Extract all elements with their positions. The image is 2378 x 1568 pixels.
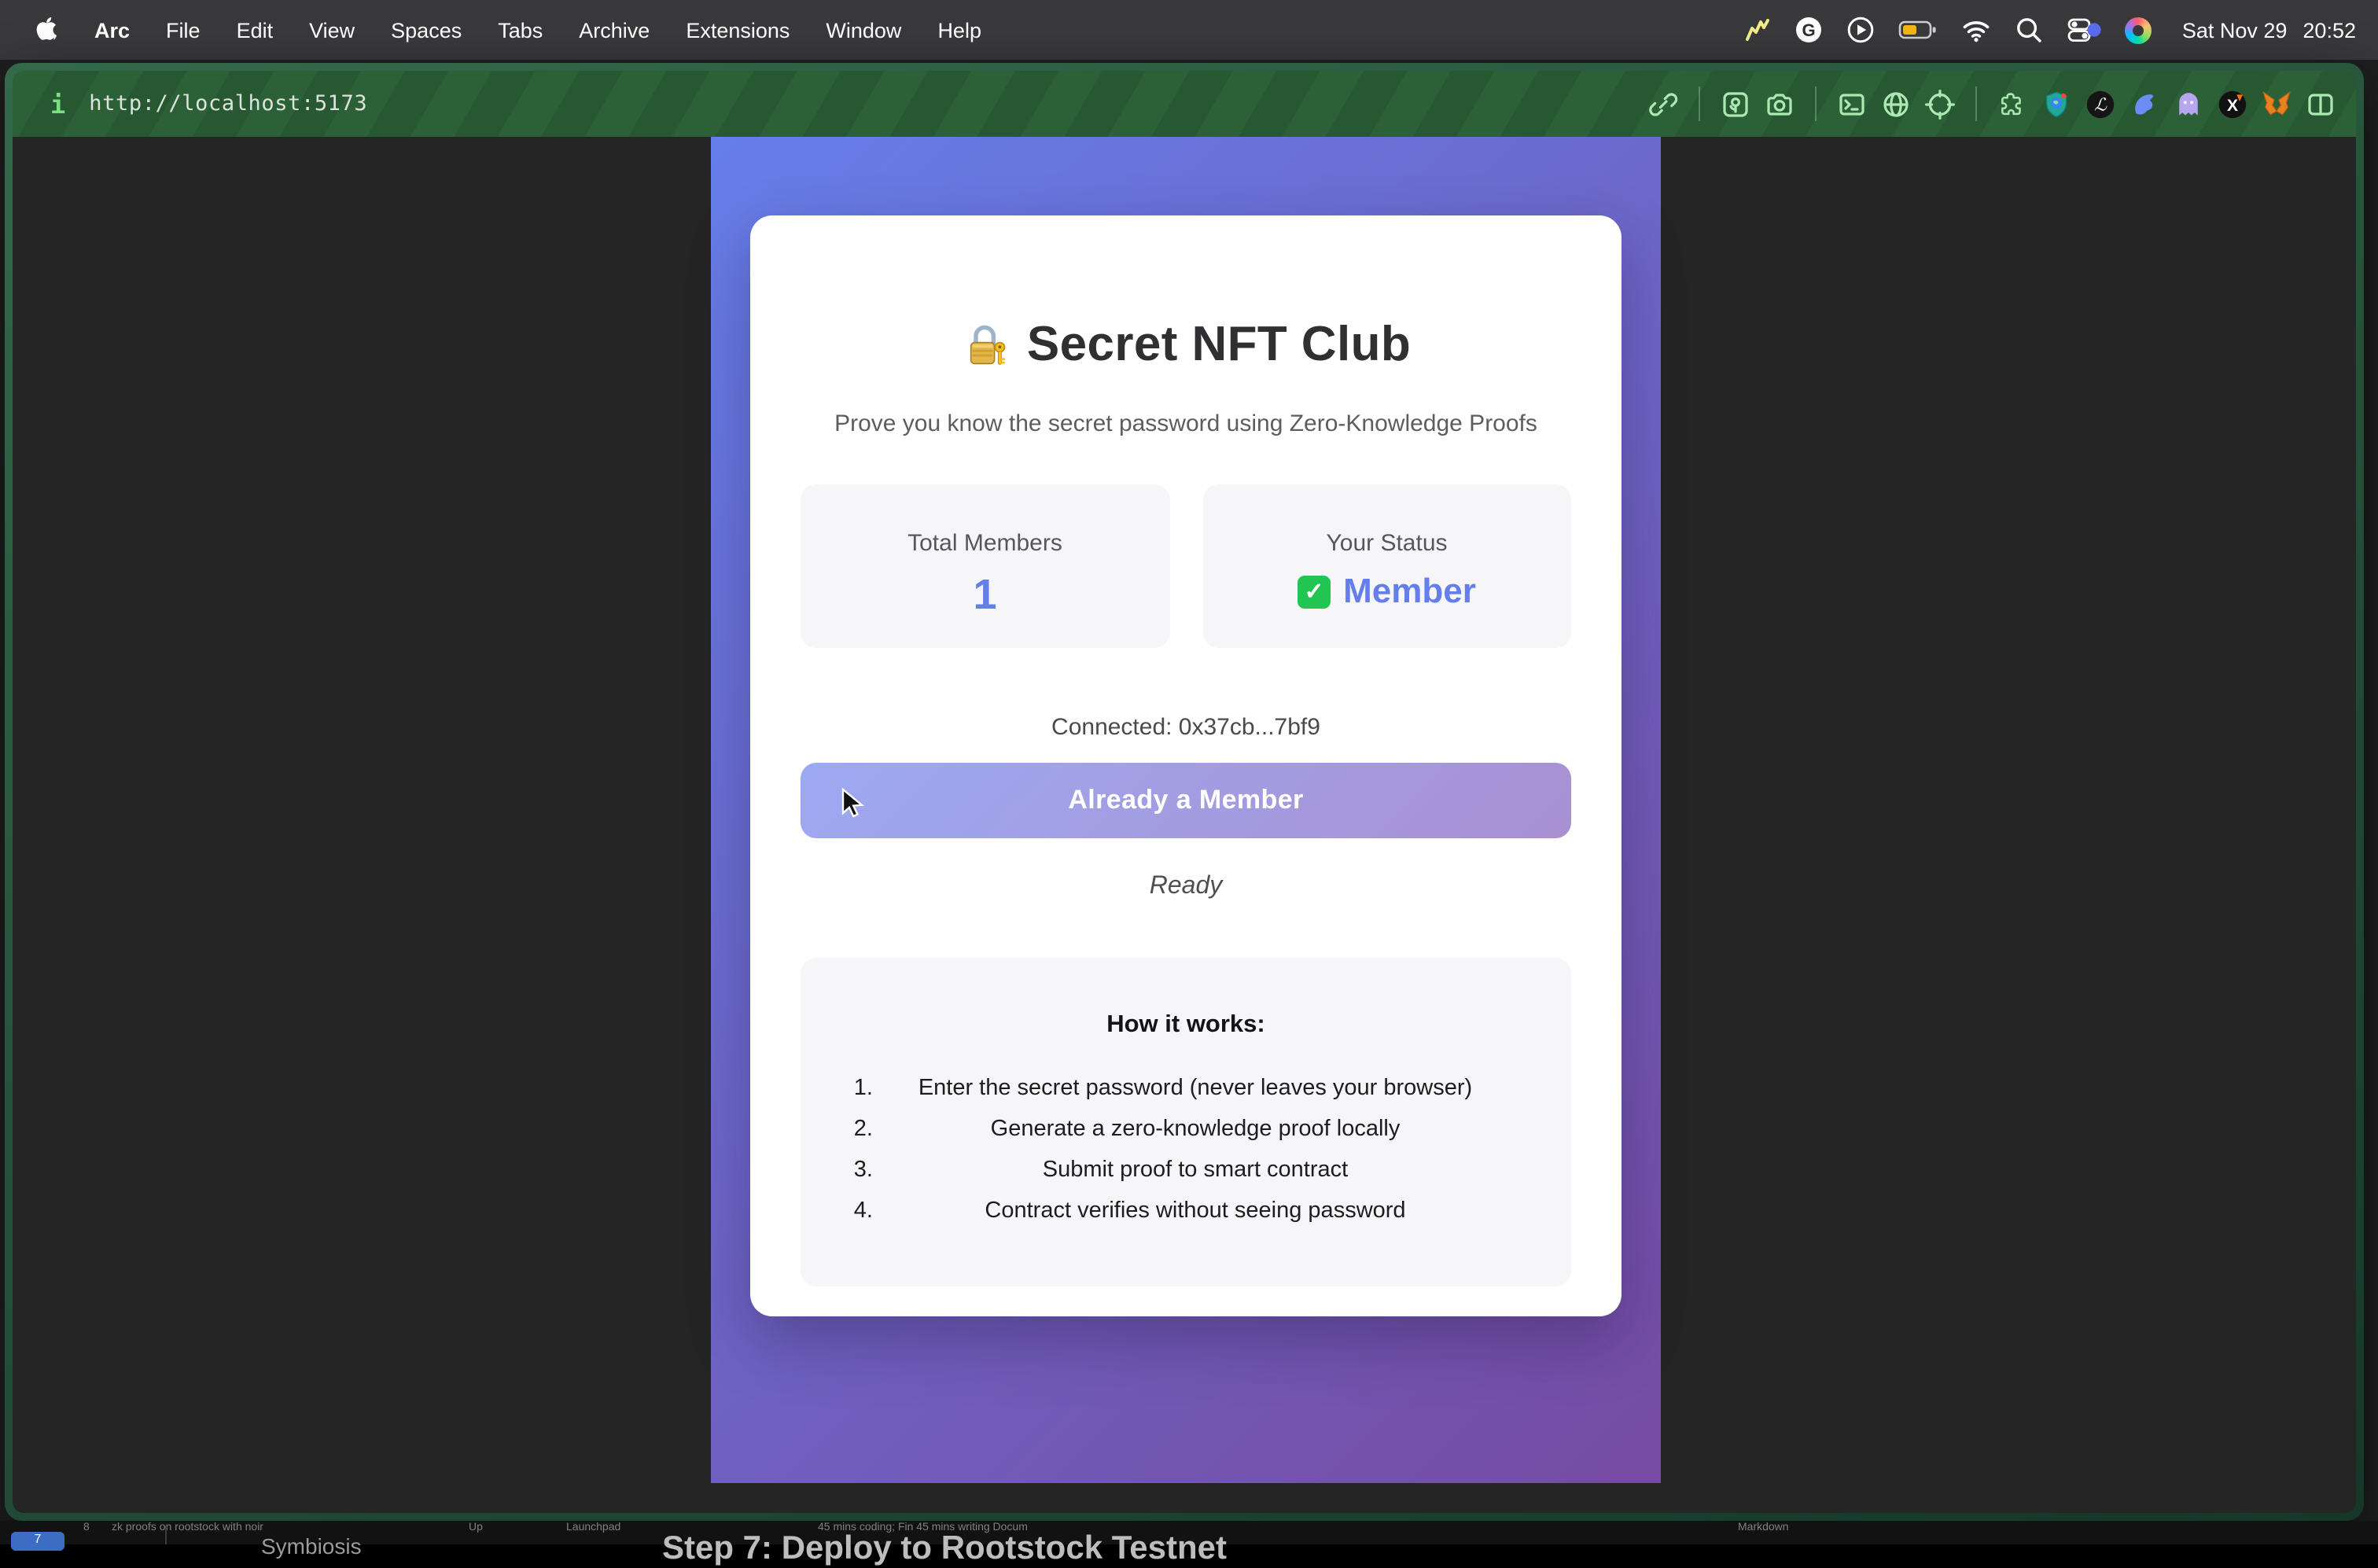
connected-address: Connected: 0x37cb...7bf9 [801, 714, 1571, 741]
address-bar-url[interactable]: http://localhost:5173 [89, 91, 367, 116]
how-it-works-step: Contract verifies without seeing passwor… [879, 1197, 1511, 1225]
bg-status-count: 8 [83, 1522, 90, 1533]
how-it-works-step: Enter the secret password (never leaves … [879, 1074, 1511, 1102]
total-members-label: Total Members [801, 530, 1169, 557]
menu-item-window[interactable]: Window [826, 18, 901, 42]
grammarly-icon[interactable]: G [1795, 16, 1824, 44]
menu-item-extensions[interactable]: Extensions [686, 18, 790, 42]
control-center-icon[interactable] [2067, 16, 2102, 44]
browser-content: Secret NFT Club Prove you know the secre… [13, 137, 2356, 1513]
menu-item-file[interactable]: File [166, 18, 201, 42]
svg-text:ℒ: ℒ [2094, 94, 2107, 114]
already-member-button[interactable]: Already a Member [801, 763, 1571, 838]
play-circle-icon[interactable] [1847, 16, 1876, 44]
siri-icon[interactable] [2126, 17, 2152, 43]
menu-item-archive[interactable]: Archive [579, 18, 650, 42]
total-members-value: 1 [801, 571, 1169, 620]
split-view-icon[interactable] [2306, 89, 2336, 119]
how-it-works-step: Generate a zero-knowledge proof locally [879, 1115, 1511, 1143]
toolbar-actions: ℒ X [1648, 86, 2336, 121]
page-title-text: Secret NFT Club [1027, 316, 1411, 373]
camera-icon[interactable] [1765, 89, 1795, 119]
menu-item-edit[interactable]: Edit [237, 18, 274, 42]
desktop: Arc File Edit View Spaces Tabs Archive E… [0, 0, 2378, 1544]
browser-toolbar: i http://localhost:5173 [13, 71, 2356, 137]
privacy-shield-icon[interactable] [2041, 89, 2071, 119]
bg-tab-symbiosis: Symbiosis [261, 1533, 362, 1559]
status-text: Ready [801, 873, 1571, 901]
copy-link-icon[interactable] [1648, 89, 1678, 119]
page-subtitle: Prove you know the secret password using… [801, 410, 1571, 437]
screenshot-image-icon[interactable] [1721, 89, 1750, 119]
blue-bird-extension-icon[interactable] [2130, 89, 2159, 119]
bg-document-heading: Step 7: Deploy to Rootstock Testnet [662, 1530, 1227, 1568]
browser-window: i http://localhost:5173 [5, 63, 2364, 1521]
globe-icon[interactable] [1881, 89, 1911, 119]
bg-blue-badge: 7 [11, 1532, 64, 1551]
member-text: Member [1343, 571, 1476, 612]
bg-status-launchpad: Launchpad [566, 1522, 620, 1533]
how-it-works-heading: How it works: [801, 1011, 1571, 1040]
your-status-label: Your Status [1202, 530, 1571, 557]
extensions-puzzle-icon[interactable] [1997, 89, 2027, 119]
search-icon[interactable] [2015, 16, 2044, 44]
check-mark-icon: ✓ [1298, 575, 1331, 608]
svg-text:X: X [2227, 96, 2238, 114]
menu-item-tabs[interactable]: Tabs [498, 18, 543, 42]
menu-bar: Arc File Edit View Spaces Tabs Archive E… [0, 0, 2378, 60]
toolbar-separator [1975, 86, 1977, 121]
wifi-icon[interactable] [1962, 16, 1992, 44]
bg-status-language: Markdown [1738, 1522, 1789, 1533]
stats-row: Total Members 1 Your Status ✓ Member [801, 484, 1571, 648]
menu-bar-clock[interactable]: Sat Nov 29 20:52 [2182, 18, 2356, 42]
toolbar-separator [1699, 86, 1700, 121]
menu-item-view[interactable]: View [309, 18, 355, 42]
your-status-card: Your Status ✓ Member [1202, 484, 1571, 648]
menu-item-spaces[interactable]: Spaces [391, 18, 462, 42]
bg-status-project: zk proofs on rootstock with noir [112, 1522, 263, 1533]
background-window: 8 zk proofs on rootstock with noir Up La… [0, 1521, 2378, 1544]
total-members-card: Total Members 1 [801, 484, 1169, 648]
menu-bar-left: Arc File Edit View Spaces Tabs Archive E… [35, 16, 981, 44]
battery-icon[interactable] [1899, 16, 1938, 44]
menu-bar-status-area: G Sat Nov 29 20:52 [1743, 16, 2356, 44]
ghostery-icon[interactable] [2174, 89, 2203, 119]
script-l-extension-icon[interactable]: ℒ [2085, 89, 2115, 119]
x-extension-icon[interactable]: X [2218, 89, 2247, 119]
mouse-cursor [841, 788, 865, 829]
crosshair-icon[interactable] [1925, 89, 1955, 119]
menu-item-arc[interactable]: Arc [94, 18, 130, 42]
apple-menu-icon[interactable] [35, 16, 58, 44]
clock-time: 20:52 [2303, 18, 2356, 42]
site-info-icon[interactable]: i [50, 89, 65, 119]
page-title: Secret NFT Club [801, 316, 1571, 373]
how-it-works-step: Submit proof to smart contract [879, 1156, 1511, 1184]
your-status-value: ✓ Member [1202, 571, 1571, 612]
locked-with-key-icon [961, 320, 1010, 369]
metamask-icon[interactable] [2262, 89, 2291, 119]
app-card: Secret NFT Club Prove you know the secre… [750, 215, 1622, 1316]
bg-divider [165, 1526, 167, 1544]
how-it-works-list: Enter the secret password (never leaves … [801, 1074, 1571, 1225]
stocks-icon[interactable] [1743, 16, 1772, 44]
bg-status-up: Up [469, 1522, 483, 1533]
svg-text:G: G [1802, 20, 1816, 40]
terminal-icon[interactable] [1837, 89, 1867, 119]
menu-item-help[interactable]: Help [937, 18, 981, 42]
toolbar-separator [1815, 86, 1817, 121]
how-it-works-box: How it works: Enter the secret password … [801, 958, 1571, 1286]
clock-date: Sat Nov 29 [2182, 18, 2288, 42]
